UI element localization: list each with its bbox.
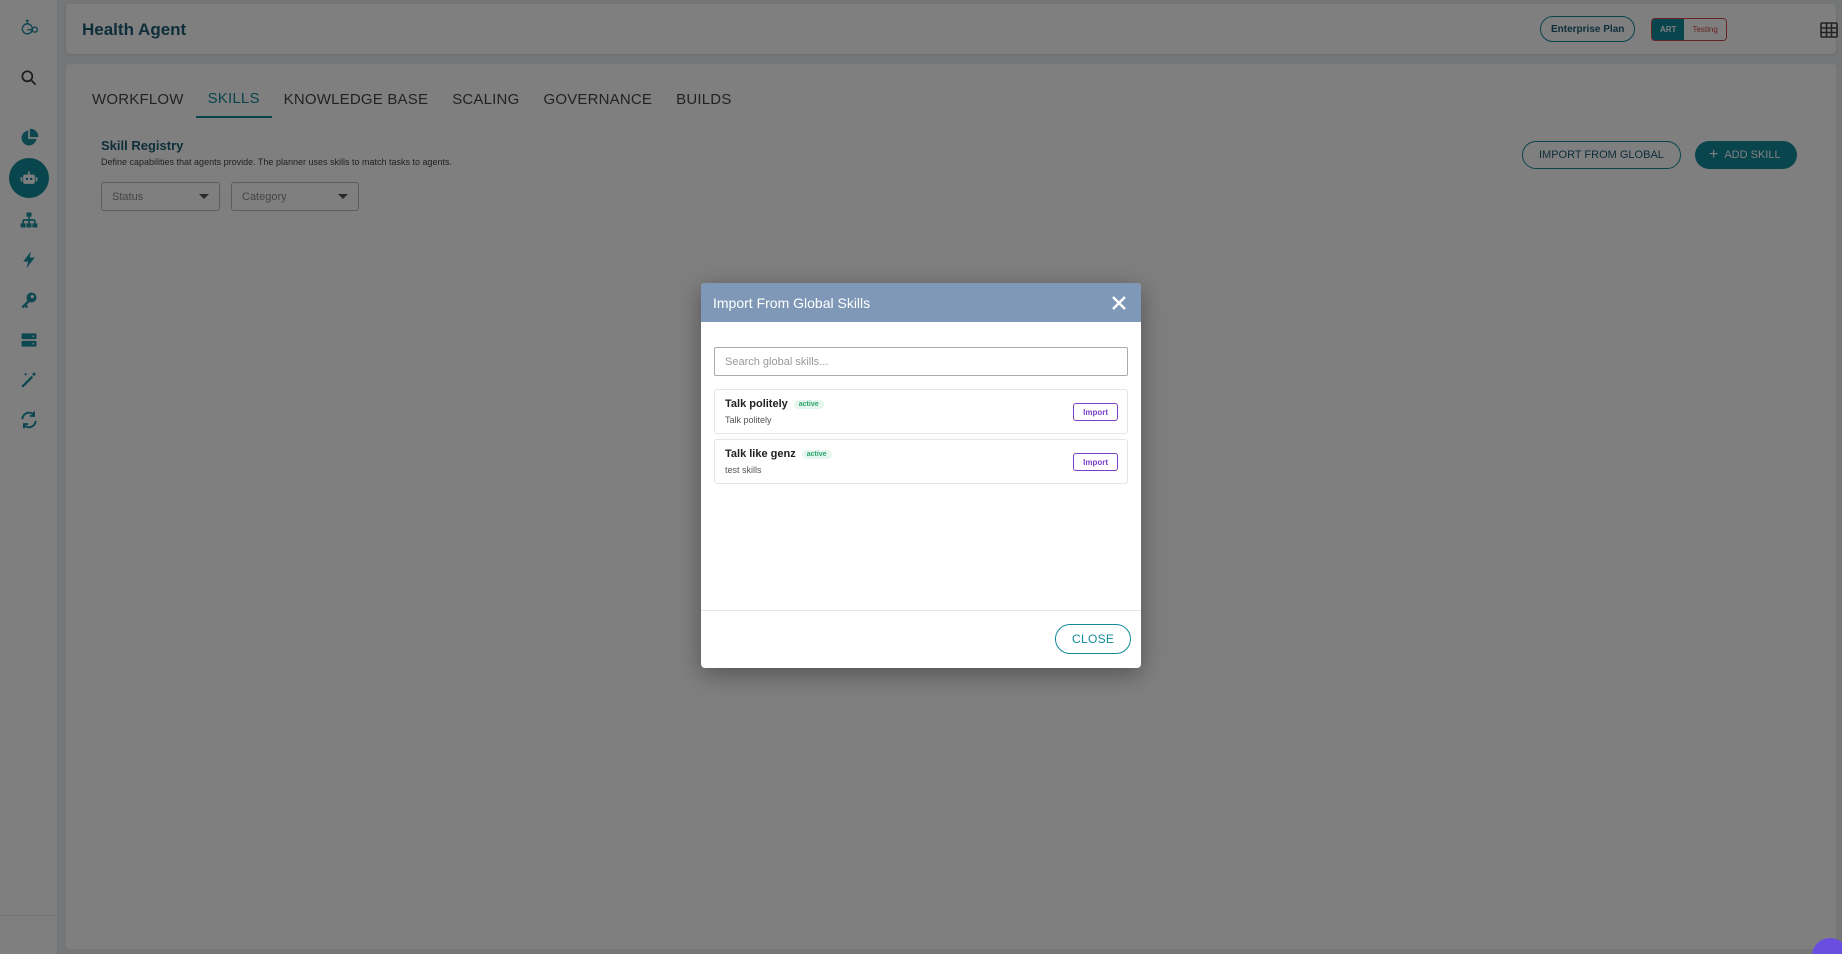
modal-divider — [701, 610, 1141, 611]
modal-header: Import From Global Skills — [701, 283, 1141, 322]
list-item: Talk like genz active test skills Import — [714, 439, 1128, 484]
import-global-skills-modal: Import From Global Skills Talk politely a… — [701, 283, 1141, 668]
status-badge: active — [801, 450, 832, 459]
search-input[interactable] — [714, 347, 1128, 376]
import-skill-button[interactable]: Import — [1073, 453, 1118, 471]
skill-description: Talk politely — [725, 415, 772, 425]
skill-name-wrap: Talk like genz active — [725, 448, 832, 460]
skill-name: Talk politely — [725, 398, 788, 410]
close-icon[interactable] — [1109, 293, 1129, 313]
import-skill-button[interactable]: Import — [1073, 403, 1118, 421]
skill-name: Talk like genz — [725, 448, 796, 460]
skill-name-wrap: Talk politely active — [725, 398, 824, 410]
list-item: Talk politely active Talk politely Import — [714, 389, 1128, 434]
close-button[interactable]: CLOSE — [1055, 624, 1132, 654]
modal-title: Import From Global Skills — [713, 294, 871, 311]
skill-description: test skills — [725, 465, 762, 475]
status-badge: active — [793, 400, 824, 409]
